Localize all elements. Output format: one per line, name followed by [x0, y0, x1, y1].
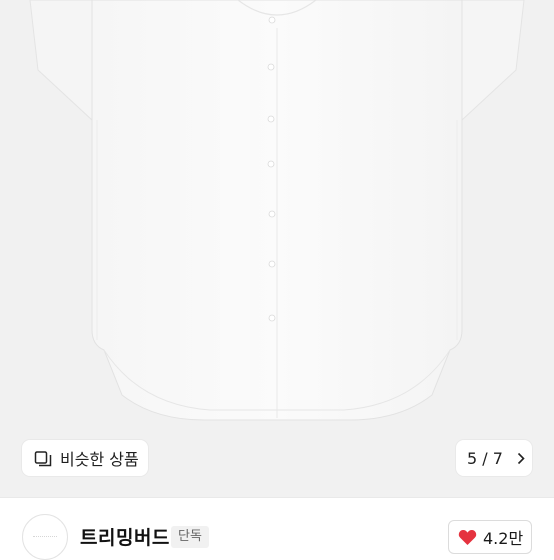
- product-image[interactable]: [0, 0, 554, 497]
- exclusive-badge: 단독: [171, 526, 209, 548]
- avatar[interactable]: [22, 514, 68, 560]
- shirt-photo: [29, 0, 525, 421]
- similar-products-label: 비슷한 상품: [60, 450, 139, 469]
- seller-row: 트리밍버드 단독 4.2만: [0, 498, 554, 560]
- like-count: 4.2만: [483, 529, 524, 548]
- seller-name[interactable]: 트리밍버드: [80, 523, 170, 550]
- like-button[interactable]: 4.2만: [448, 520, 532, 554]
- similar-products-button[interactable]: 비슷한 상품: [22, 440, 148, 476]
- similar-items-icon: [34, 449, 52, 467]
- pager-text: 5 / 7: [467, 448, 503, 468]
- image-pager-button[interactable]: 5 / 7: [456, 440, 532, 476]
- chevron-right-icon: [517, 452, 525, 465]
- heart-icon: [458, 529, 477, 546]
